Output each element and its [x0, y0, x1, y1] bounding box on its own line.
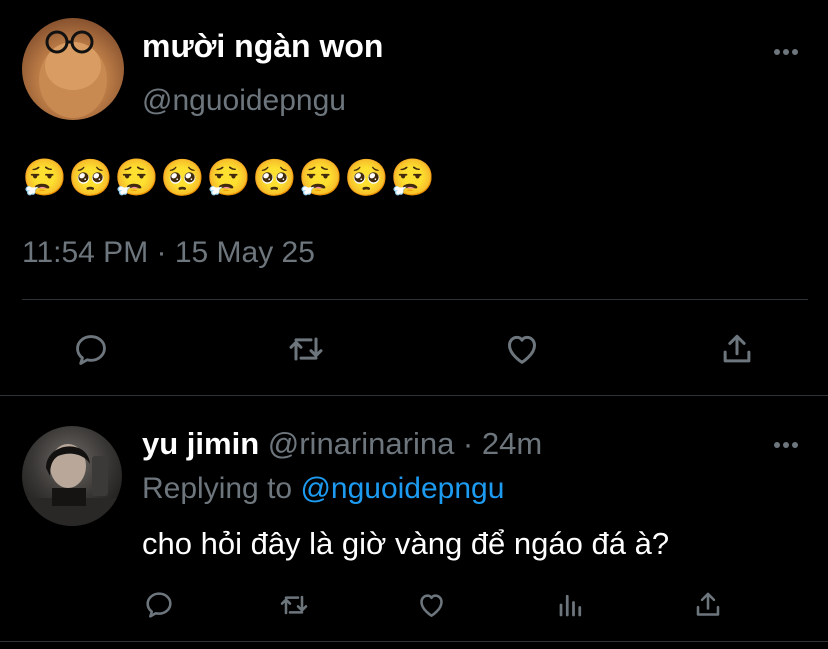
avatar-image: [22, 444, 122, 526]
time-ago[interactable]: 24m: [482, 426, 542, 461]
divider: [0, 395, 828, 396]
divider: [22, 299, 808, 300]
author-handle[interactable]: @nguoidepngu: [142, 84, 346, 118]
analytics-icon[interactable]: [556, 589, 586, 621]
reply-icon[interactable]: [143, 589, 175, 621]
replying-to: Replying to @nguoidepngu: [142, 472, 504, 506]
more-options-icon[interactable]: [773, 441, 799, 449]
share-icon[interactable]: [718, 329, 756, 369]
more-options-icon[interactable]: [773, 48, 799, 56]
avatar[interactable]: [22, 18, 124, 120]
emoji-exhale: 😮‍💨: [22, 158, 67, 199]
share-icon[interactable]: [692, 588, 724, 621]
reply-header: yu jimin @rinarinarina · 24m: [142, 426, 542, 462]
emoji-pleading: 🥺: [344, 158, 389, 199]
emoji-pleading: 🥺: [68, 158, 113, 199]
tweet-text: 😮‍💨 🥺 😮‍💨 🥺 😮‍💨 🥺 😮‍💨 🥺 😮‍💨: [22, 157, 435, 200]
author-name[interactable]: mười ngàn won: [142, 28, 383, 65]
tweet-text: cho hỏi đây là giờ vàng để ngáo đá à?: [142, 526, 670, 561]
emoji-pleading: 🥺: [252, 158, 297, 199]
replying-prefix: Replying to: [142, 472, 301, 505]
emoji-exhale: 😮‍💨: [114, 158, 159, 199]
avatar-image: [39, 30, 107, 118]
like-icon[interactable]: [502, 329, 542, 369]
author-name[interactable]: yu jimin: [142, 426, 259, 461]
avatar[interactable]: [22, 426, 122, 526]
emoji-exhale: 😮‍💨: [298, 158, 343, 199]
emoji-exhale: 😮‍💨: [206, 158, 251, 199]
separator-dot: ·: [454, 426, 482, 461]
tweet-timestamp[interactable]: 11:54 PM · 15 May 25: [22, 236, 315, 270]
mention-link[interactable]: @nguoidepngu: [300, 472, 504, 505]
like-icon[interactable]: [415, 589, 448, 621]
emoji-pleading: 🥺: [160, 158, 205, 199]
reply-icon[interactable]: [72, 331, 110, 369]
divider: [0, 641, 828, 642]
retweet-icon[interactable]: [285, 329, 327, 369]
retweet-icon[interactable]: [276, 589, 312, 621]
main-tweet: mười ngàn won @nguoidepngu 😮‍💨 🥺 😮‍💨 🥺 😮…: [0, 0, 828, 395]
emoji-exhale: 😮‍💨: [390, 158, 435, 199]
author-handle[interactable]: @rinarinarina: [268, 426, 455, 461]
